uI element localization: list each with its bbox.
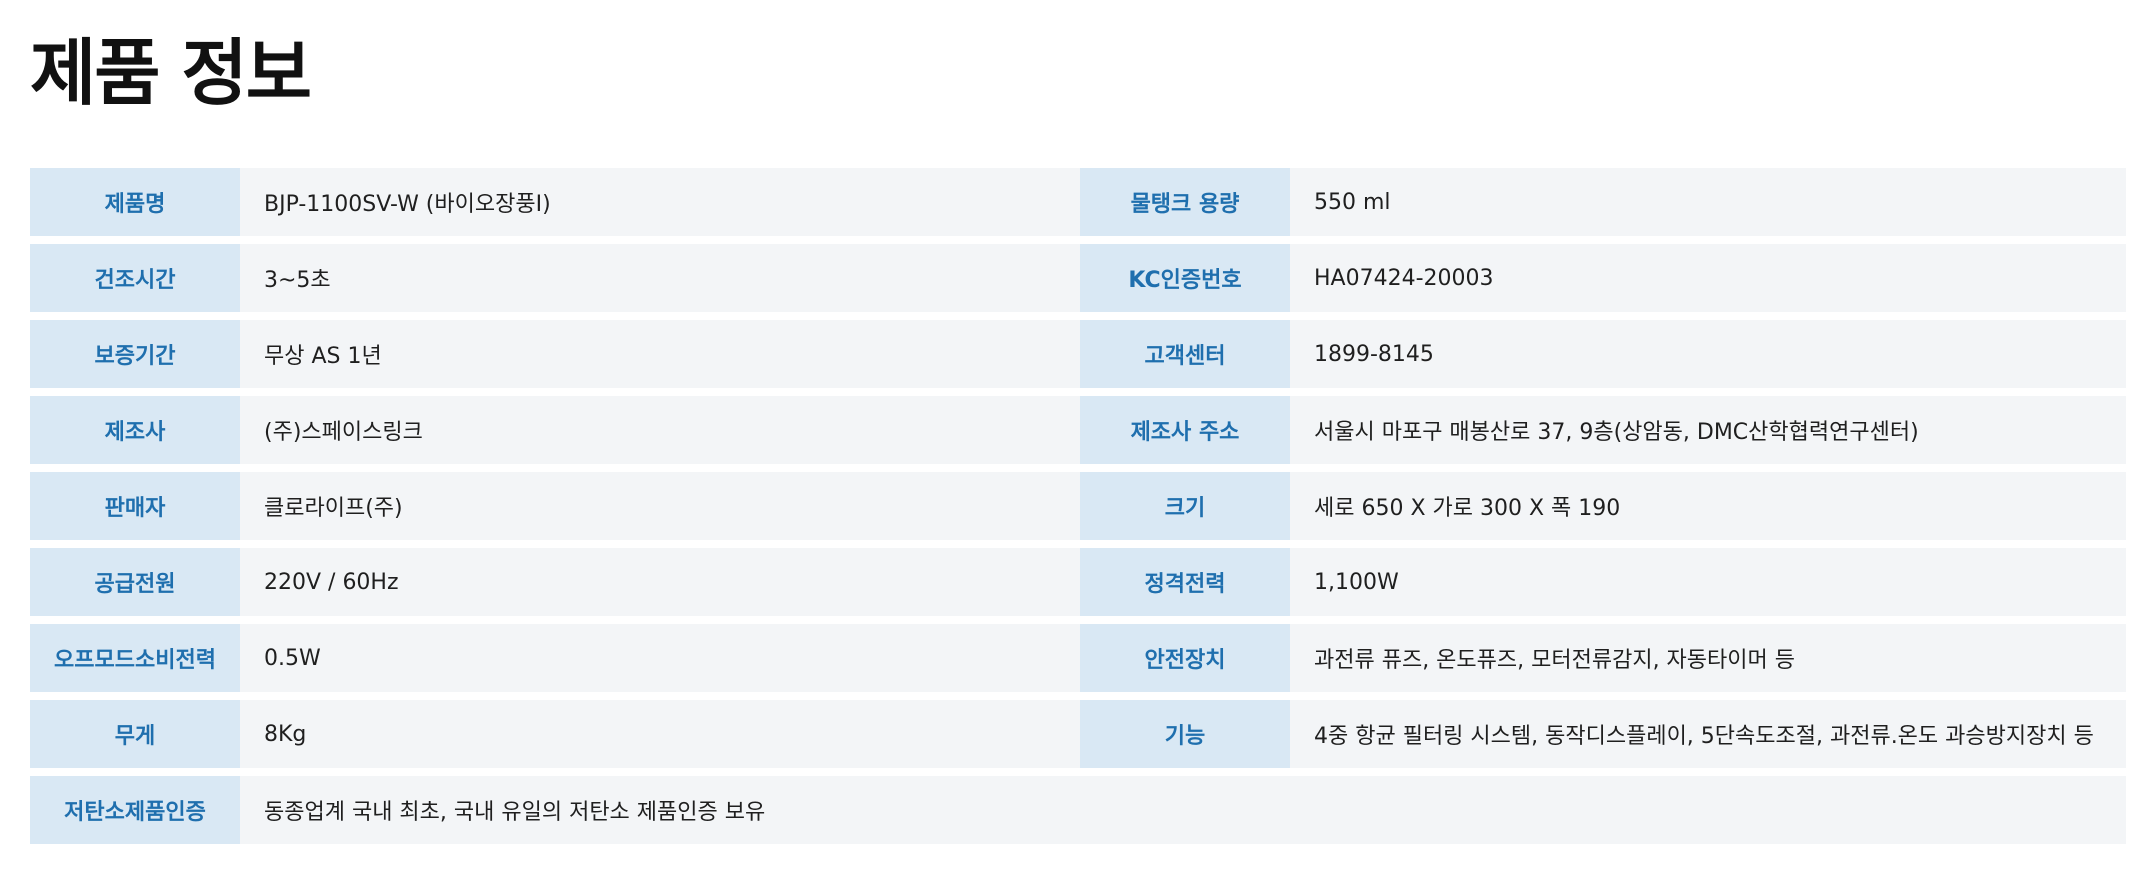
spec-label-manufacturer-address: 제조사 주소 — [1080, 396, 1290, 464]
product-info-page: 제품 정보 제품명 BJP-1100SV-W (바이오장풍I) 물탱크 용량 5… — [0, 0, 2155, 880]
spec-label-manufacturer: 제조사 — [30, 396, 240, 464]
spec-label-weight: 무게 — [30, 700, 240, 768]
spec-value-rated-power: 1,100W — [1290, 548, 2126, 616]
spec-value-off-mode-power: 0.5W — [240, 624, 1080, 692]
spec-value-low-carbon-cert: 동종업계 국내 최초, 국내 유일의 저탄소 제품인증 보유 — [240, 776, 2126, 844]
spec-value-product-name: BJP-1100SV-W (바이오장풍I) — [240, 168, 1080, 236]
spec-label-power-supply: 공급전원 — [30, 548, 240, 616]
spec-value-customer-center: 1899-8145 — [1290, 320, 2126, 388]
spec-label-off-mode-power: 오프모드소비전력 — [30, 624, 240, 692]
spec-label-features: 기능 — [1080, 700, 1290, 768]
spec-value-manufacturer-address: 서울시 마포구 매봉산로 37, 9층(상암동, DMC산학협력연구센터) — [1290, 396, 2126, 464]
spec-value-size: 세로 650 X 가로 300 X 폭 190 — [1290, 472, 2126, 540]
spec-label-seller: 판매자 — [30, 472, 240, 540]
spec-value-safety-devices: 과전류 퓨즈, 온도퓨즈, 모터전류감지, 자동타이머 등 — [1290, 624, 2126, 692]
spec-label-safety-devices: 안전장치 — [1080, 624, 1290, 692]
spec-label-low-carbon-cert: 저탄소제품인증 — [30, 776, 240, 844]
spec-value-drying-time: 3~5초 — [240, 244, 1080, 312]
spec-label-warranty: 보증기간 — [30, 320, 240, 388]
product-spec-table: 제품명 BJP-1100SV-W (바이오장풍I) 물탱크 용량 550 ml … — [30, 168, 2126, 844]
spec-value-seller: 클로라이프(주) — [240, 472, 1080, 540]
spec-value-weight: 8Kg — [240, 700, 1080, 768]
spec-label-tank-capacity: 물탱크 용량 — [1080, 168, 1290, 236]
spec-label-customer-center: 고객센터 — [1080, 320, 1290, 388]
page-title: 제품 정보 — [30, 31, 312, 115]
spec-label-drying-time: 건조시간 — [30, 244, 240, 312]
spec-label-size: 크기 — [1080, 472, 1290, 540]
spec-value-features: 4중 항균 필터링 시스템, 동작디스플레이, 5단속도조절, 과전류.온도 과… — [1290, 700, 2126, 768]
spec-value-tank-capacity: 550 ml — [1290, 168, 2126, 236]
spec-label-rated-power: 정격전력 — [1080, 548, 1290, 616]
spec-value-manufacturer: (주)스페이스링크 — [240, 396, 1080, 464]
spec-label-kc-cert: KC인증번호 — [1080, 244, 1290, 312]
spec-value-power-supply: 220V / 60Hz — [240, 548, 1080, 616]
spec-label-product-name: 제품명 — [30, 168, 240, 236]
spec-value-kc-cert: HA07424-20003 — [1290, 244, 2126, 312]
spec-value-warranty: 무상 AS 1년 — [240, 320, 1080, 388]
